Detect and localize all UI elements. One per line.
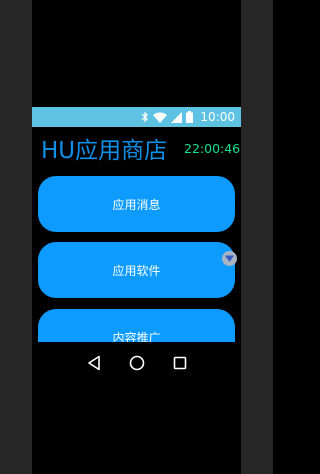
app-messages-button[interactable]: 应用消息 (38, 176, 235, 232)
device-screen: 10:00 HU应用商店 22:00:46 应用消息 应用软件 内容推广 (32, 0, 241, 474)
navigation-bar (32, 342, 241, 384)
cellular-signal-icon (171, 111, 183, 123)
chevron-down-icon[interactable] (222, 251, 237, 266)
home-circle-icon[interactable] (126, 352, 148, 374)
emulator-frame-left (0, 0, 32, 474)
back-triangle-icon[interactable] (83, 352, 105, 374)
recents-square-icon[interactable] (169, 352, 191, 374)
bluetooth-icon (141, 111, 149, 123)
app-software-button[interactable]: 应用软件 (38, 242, 235, 298)
battery-icon (186, 111, 194, 123)
status-clock: 10:00 (200, 110, 235, 124)
status-bar: 10:00 (32, 107, 241, 127)
app-title: HU应用商店 (41, 138, 168, 164)
emulator-frame-right (241, 0, 273, 474)
wifi-icon (153, 112, 168, 123)
status-icons: 10:00 (141, 107, 235, 127)
app-clock: 22:00:46 (184, 141, 241, 156)
emulator-window: 10:00 HU应用商店 22:00:46 应用消息 应用软件 内容推广 (0, 0, 273, 474)
